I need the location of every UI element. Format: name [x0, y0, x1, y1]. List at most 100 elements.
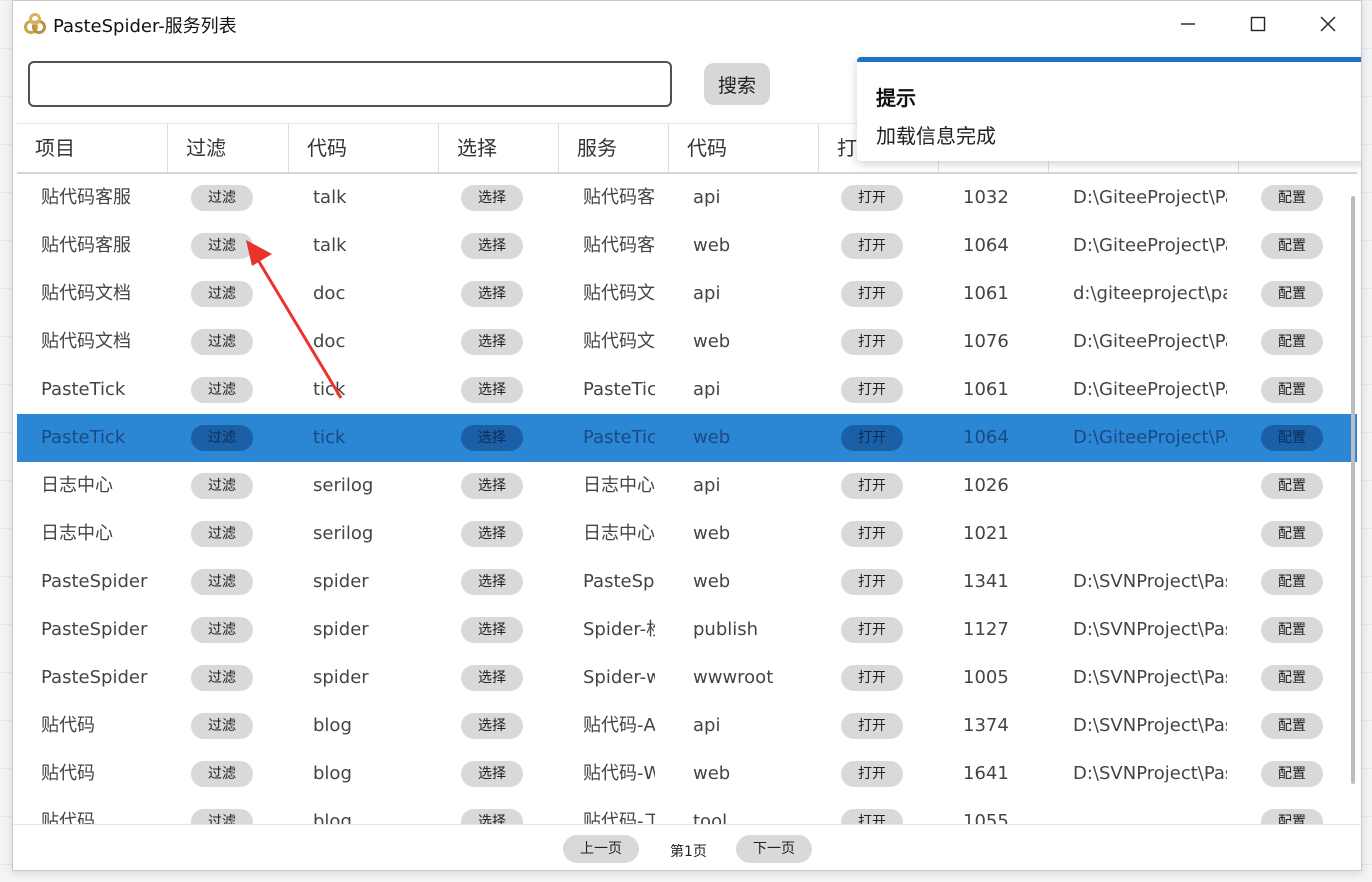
filter-button[interactable]: 过滤: [191, 377, 253, 403]
select-button[interactable]: 选择: [461, 713, 523, 739]
close-button[interactable]: [1293, 1, 1361, 47]
config-button[interactable]: 配置: [1261, 425, 1323, 451]
column-header-service-code[interactable]: 代码: [669, 124, 819, 172]
select-button[interactable]: 选择: [461, 377, 523, 403]
filter-button[interactable]: 过滤: [191, 521, 253, 547]
filter-button[interactable]: 过滤: [191, 233, 253, 259]
cell-service: Spider-枚: [583, 619, 655, 640]
filter-button[interactable]: 过滤: [191, 761, 253, 787]
table-body: 贴代码客服 过滤 talk 选择 贴代码客 api 打开 1032 D:\GiteeProjec…: [17, 174, 1357, 828]
config-button[interactable]: 配置: [1261, 473, 1323, 499]
config-button[interactable]: 配置: [1261, 521, 1323, 547]
config-button[interactable]: 配置: [1261, 665, 1323, 691]
select-button[interactable]: 选择: [461, 473, 523, 499]
select-button[interactable]: 选择: [461, 617, 523, 643]
prev-page-button[interactable]: 上一页: [563, 835, 639, 863]
select-button[interactable]: 选择: [461, 185, 523, 211]
filter-button[interactable]: 过滤: [191, 425, 253, 451]
select-button[interactable]: 选择: [461, 665, 523, 691]
open-button[interactable]: 打开: [841, 425, 903, 451]
maximize-icon: [1250, 16, 1266, 32]
config-button[interactable]: 配置: [1261, 617, 1323, 643]
open-button[interactable]: 打开: [841, 713, 903, 739]
cell-port: 1021: [963, 523, 1009, 544]
open-button[interactable]: 打开: [841, 233, 903, 259]
config-button[interactable]: 配置: [1261, 185, 1323, 211]
config-button[interactable]: 配置: [1261, 377, 1323, 403]
table-row[interactable]: 贴代码 过滤 blog 选择 贴代码-A api 打开 1374 D:\SVNProject\P…: [17, 702, 1357, 750]
config-button[interactable]: 配置: [1261, 569, 1323, 595]
table-row[interactable]: 日志中心 过滤 serilog 选择 日志中心 web 打开 1021 配置: [17, 510, 1357, 558]
select-button[interactable]: 选择: [461, 425, 523, 451]
cell-code: talk: [313, 235, 347, 256]
table-row[interactable]: PasteSpider 过滤 spider 选择 Spider-枚 publish 打开 11…: [17, 606, 1357, 654]
filter-button[interactable]: 过滤: [191, 713, 253, 739]
select-button[interactable]: 选择: [461, 329, 523, 355]
column-header-select[interactable]: 选择: [439, 124, 559, 172]
cell-path: D:\SVNProject\Pas: [1073, 715, 1227, 736]
column-header-code[interactable]: 代码: [289, 124, 439, 172]
next-page-button[interactable]: 下一页: [736, 835, 812, 863]
config-button[interactable]: 配置: [1261, 329, 1323, 355]
cell-port: 1032: [963, 187, 1009, 208]
open-button[interactable]: 打开: [841, 281, 903, 307]
cell-service-code: web: [693, 427, 731, 448]
cell-path: D:\SVNProject\Pas: [1073, 763, 1227, 784]
vertical-scrollbar[interactable]: [1351, 196, 1355, 784]
filter-button[interactable]: 过滤: [191, 329, 253, 355]
open-button[interactable]: 打开: [841, 761, 903, 787]
filter-button[interactable]: 过滤: [191, 617, 253, 643]
cell-project: 贴代码: [41, 715, 95, 736]
select-button[interactable]: 选择: [461, 281, 523, 307]
select-button[interactable]: 选择: [461, 233, 523, 259]
table-row[interactable]: PasteSpider 过滤 spider 选择 Spider-w wwwroot 打开 10…: [17, 654, 1357, 702]
table-row[interactable]: 贴代码文档 过滤 doc 选择 贴代码文 web 打开 1076 D:\GiteeProject…: [17, 318, 1357, 366]
table-row[interactable]: 日志中心 过滤 serilog 选择 日志中心 api 打开 1026 配置: [17, 462, 1357, 510]
cell-project: PasteSpider: [41, 619, 148, 640]
notification-toast[interactable]: 提示 加载信息完成: [857, 57, 1361, 161]
table-row[interactable]: PasteTick 过滤 tick 选择 PasteTic web 打开 1064 D:\Git…: [17, 414, 1357, 462]
cell-code: blog: [313, 715, 352, 736]
table-row[interactable]: 贴代码客服 过滤 talk 选择 贴代码客 web 打开 1064 D:\GiteeProjec…: [17, 222, 1357, 270]
config-button[interactable]: 配置: [1261, 761, 1323, 787]
table-row[interactable]: 贴代码客服 过滤 talk 选择 贴代码客 api 打开 1032 D:\GiteeProjec…: [17, 174, 1357, 222]
open-button[interactable]: 打开: [841, 569, 903, 595]
cell-path: [1073, 510, 1227, 558]
open-button[interactable]: 打开: [841, 665, 903, 691]
cell-port: 1341: [963, 571, 1009, 592]
cell-service: 贴代码文: [583, 283, 655, 304]
column-header-project[interactable]: 项目: [17, 124, 168, 172]
open-button[interactable]: 打开: [841, 617, 903, 643]
filter-button[interactable]: 过滤: [191, 473, 253, 499]
table-row[interactable]: PasteTick 过滤 tick 选择 PasteTic api 打开 1061 D:\Git…: [17, 366, 1357, 414]
select-button[interactable]: 选择: [461, 569, 523, 595]
config-button[interactable]: 配置: [1261, 233, 1323, 259]
cell-project: PasteSpider: [41, 667, 148, 688]
filter-button[interactable]: 过滤: [191, 569, 253, 595]
cell-code: spider: [313, 667, 369, 688]
minimize-button[interactable]: [1153, 1, 1223, 47]
cell-project: 贴代码客服: [41, 235, 131, 256]
column-header-service[interactable]: 服务: [559, 124, 669, 172]
config-button[interactable]: 配置: [1261, 281, 1323, 307]
table-row[interactable]: 贴代码文档 过滤 doc 选择 贴代码文 api 打开 1061 d:\giteeproject…: [17, 270, 1357, 318]
title-bar[interactable]: PasteSpider-服务列表: [13, 1, 1361, 47]
column-header-filter[interactable]: 过滤: [168, 124, 289, 172]
select-button[interactable]: 选择: [461, 521, 523, 547]
open-button[interactable]: 打开: [841, 185, 903, 211]
open-button[interactable]: 打开: [841, 521, 903, 547]
config-button[interactable]: 配置: [1261, 713, 1323, 739]
search-button[interactable]: 搜索: [704, 63, 770, 105]
table-row[interactable]: 贴代码 过滤 blog 选择 贴代码-W web 打开 1641 D:\SVNProject\P…: [17, 750, 1357, 798]
open-button[interactable]: 打开: [841, 473, 903, 499]
table-row[interactable]: PasteSpider 过滤 spider 选择 PasteSpi web 打开 1341 D:…: [17, 558, 1357, 606]
select-button[interactable]: 选择: [461, 761, 523, 787]
open-button[interactable]: 打开: [841, 329, 903, 355]
maximize-button[interactable]: [1223, 1, 1293, 47]
open-button[interactable]: 打开: [841, 377, 903, 403]
search-input[interactable]: [28, 61, 672, 107]
filter-button[interactable]: 过滤: [191, 665, 253, 691]
cell-path: d:\giteeproject\pa:: [1073, 283, 1227, 304]
filter-button[interactable]: 过滤: [191, 281, 253, 307]
filter-button[interactable]: 过滤: [191, 185, 253, 211]
